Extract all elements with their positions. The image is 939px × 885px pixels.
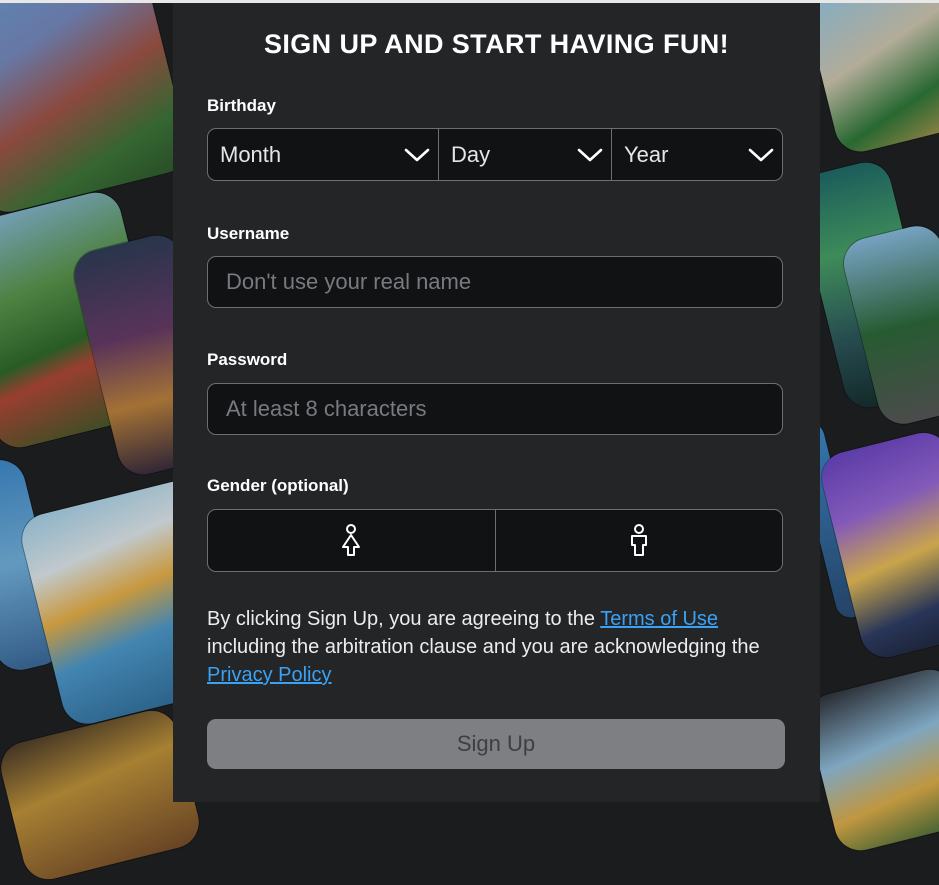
- background-game-art: [0, 0, 193, 218]
- month-select[interactable]: Month: [208, 129, 438, 180]
- background-game-art: [803, 0, 939, 157]
- female-icon: [342, 523, 361, 556]
- gender-selector: [207, 509, 783, 572]
- chevron-down-icon: [577, 148, 603, 161]
- birthday-selects: Month Day Year: [207, 128, 783, 181]
- password-input[interactable]: [207, 383, 783, 435]
- sign-up-button[interactable]: Sign Up: [207, 719, 785, 769]
- male-icon: [630, 523, 647, 556]
- terms-text: including the arbitration clause and you…: [207, 636, 760, 658]
- username-label: Username: [207, 224, 290, 243]
- page-title: SIGN UP AND START HAVING FUN!: [263, 29, 730, 59]
- terms-notice: By clicking Sign Up, you are agreeing to…: [207, 605, 777, 689]
- terms-of-use-link[interactable]: Terms of Use: [600, 608, 718, 630]
- birthday-label: Birthday: [207, 96, 276, 115]
- gender-label: Gender (optional): [207, 476, 349, 495]
- privacy-policy-link[interactable]: Privacy Policy: [207, 664, 331, 686]
- year-select-value: Year: [624, 141, 669, 167]
- month-select-value: Month: [220, 141, 282, 167]
- password-label: Password: [207, 350, 288, 369]
- year-select[interactable]: Year: [611, 129, 782, 180]
- username-input[interactable]: [207, 256, 783, 308]
- gender-male-button[interactable]: [494, 510, 783, 571]
- background-game-art: [802, 664, 939, 856]
- chevron-down-icon: [404, 148, 430, 161]
- day-select[interactable]: Day: [438, 129, 611, 180]
- signup-card: SIGN UP AND START HAVING FUN! Birthday M…: [173, 3, 820, 802]
- chevron-down-icon: [748, 148, 774, 161]
- gender-female-button[interactable]: [208, 510, 495, 571]
- terms-text: By clicking Sign Up, you are agreeing to…: [207, 608, 601, 630]
- day-select-value: Day: [451, 141, 491, 167]
